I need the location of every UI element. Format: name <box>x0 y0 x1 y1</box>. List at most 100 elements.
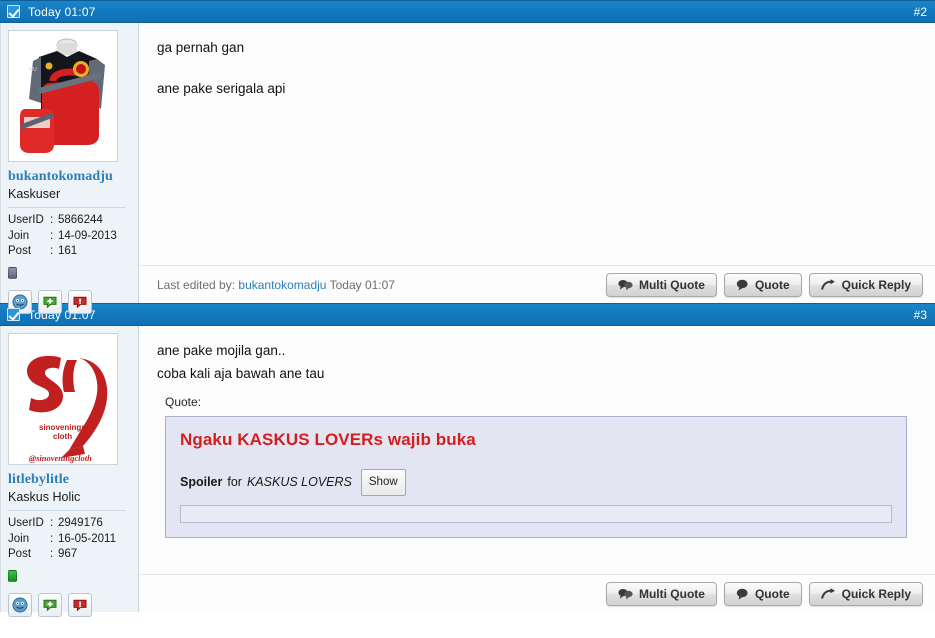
stat-label: UserID <box>8 214 44 227</box>
spoiler-row: Spoiler for KASKUS LOVERS Show <box>180 469 892 496</box>
spoiler-content-panel <box>180 505 892 523</box>
spoiler-for: for <box>227 475 242 489</box>
button-label: Quote <box>754 586 790 601</box>
stat-value: 14-09-2013 <box>58 229 117 242</box>
stat-value: 5866244 <box>58 214 103 227</box>
post-number[interactable]: #2 <box>914 5 927 19</box>
user-info-panel-2: MU bukantokomadju Kaskuser UserID : 5866… <box>1 23 139 314</box>
multi-quote-button[interactable]: Multi Quote <box>605 272 717 297</box>
last-edited-prefix: Last edited by: <box>157 277 236 292</box>
user-action-icons <box>8 592 132 617</box>
post-line: ane pake serigala api <box>157 81 286 96</box>
quote-block: Quote: Ngaku KASKUS LOVERs wajib buka Sp… <box>165 392 907 538</box>
stat-separator: : <box>50 245 54 258</box>
quote-label: Quote: <box>165 395 202 409</box>
stat-value: 16-05-2011 <box>58 532 116 545</box>
divider <box>8 207 126 209</box>
button-label: Multi Quote <box>638 277 705 292</box>
stat-label: Join <box>8 532 30 545</box>
spoiler-show-button[interactable]: Show <box>360 469 406 496</box>
post-body: ga pernah gan ane pake serigala api <box>139 23 935 265</box>
quote-button[interactable]: Quote <box>723 581 802 606</box>
stat-post: Post : 161 <box>8 244 132 260</box>
stat-post: Post : 967 <box>8 547 132 563</box>
svg-text:cloth: cloth <box>53 432 72 441</box>
quote-button[interactable]: Quote <box>723 272 802 297</box>
multi-quote-icon <box>618 279 633 290</box>
stat-value: 2949176 <box>58 517 103 530</box>
button-label: Quote <box>754 277 790 292</box>
stat-separator: : <box>50 229 54 242</box>
avatar[interactable]: sinovenings cloth @sinoveningcloth <box>8 333 118 465</box>
post-action-buttons: Multi Quote Quote Quick Reply <box>605 272 925 297</box>
user-status-indicator-online <box>8 569 17 582</box>
username[interactable]: bukantokomadju <box>8 169 132 185</box>
post-3: sinovenings cloth @sinoveningcloth litle… <box>0 326 935 617</box>
post-line: coba kali aja bawah ane tau <box>157 366 325 381</box>
stat-label: Post <box>8 245 32 258</box>
checkbox-checked-icon[interactable] <box>7 5 20 18</box>
stat-separator: : <box>50 517 54 530</box>
stat-separator: : <box>50 548 54 561</box>
user-title: Kaskuser <box>8 187 61 202</box>
quote-icon <box>736 588 748 600</box>
spoiler-name: KASKUS LOVERS <box>246 475 352 489</box>
post-message-2: ga pernah gan ane pake serigala api Last… <box>139 23 935 303</box>
quote-title: Ngaku KASKUS LOVERs wajib buka <box>180 430 476 449</box>
post-header-3: Today 01:07 #3 <box>0 303 935 326</box>
user-title: Kaskus Holic <box>8 490 81 505</box>
svg-text:MU: MU <box>29 67 37 73</box>
stat-join: Join : 16-05-2011 <box>8 532 132 548</box>
report-icon[interactable] <box>68 592 92 617</box>
stat-userid: UserID : 2949176 <box>8 516 132 532</box>
button-label: Quick Reply <box>841 277 911 292</box>
multi-quote-button[interactable]: Multi Quote <box>605 581 717 606</box>
quick-reply-button[interactable]: Quick Reply <box>808 581 923 606</box>
post-line: ane pake mojila gan.. <box>157 343 286 358</box>
stat-separator: : <box>50 214 54 227</box>
reputation-up-icon[interactable] <box>38 592 62 617</box>
last-edited-info: Last edited by: bukantokomadju Today 01:… <box>157 278 395 292</box>
report-icon[interactable] <box>68 289 92 314</box>
post-footer: Last edited by: bukantokomadju Today 01:… <box>139 265 935 303</box>
manchester-united-jacket-avatar: MU <box>9 31 117 161</box>
avatar[interactable]: MU <box>8 30 118 162</box>
quick-reply-icon <box>820 587 835 599</box>
quote-box: Ngaku KASKUS LOVERs wajib buka Spoiler f… <box>165 416 907 538</box>
svg-text:@sinoveningcloth: @sinoveningcloth <box>29 453 92 463</box>
post-body: ane pake mojila gan.. coba kali aja bawa… <box>139 326 935 574</box>
last-edited-username[interactable]: bukantokomadju <box>238 278 326 292</box>
last-edited-time: Today 01:07 <box>329 277 395 292</box>
stat-join: Join : 14-09-2013 <box>8 229 132 245</box>
user-info-panel-3: sinovenings cloth @sinoveningcloth litle… <box>1 326 139 617</box>
button-label: Quick Reply <box>841 586 911 601</box>
quick-reply-icon <box>820 278 835 290</box>
stat-label: Post <box>8 548 32 561</box>
post-number[interactable]: #3 <box>914 308 927 322</box>
stat-userid: UserID : 5866244 <box>8 213 132 229</box>
multi-quote-icon <box>618 588 633 599</box>
quote-icon <box>736 279 748 291</box>
forum-thread-page: Today 01:07 #2 MU bukantokomadju Kaskuse… <box>0 0 935 638</box>
post-2: MU bukantokomadju Kaskuser UserID : 5866… <box>0 23 935 314</box>
user-action-icons <box>8 289 132 314</box>
reputation-up-icon[interactable] <box>38 289 62 314</box>
checkbox-checked-icon[interactable] <box>7 308 20 321</box>
quick-reply-button[interactable]: Quick Reply <box>808 272 923 297</box>
svg-text:sinovenings: sinovenings <box>39 423 86 432</box>
user-status-indicator-offline <box>8 266 17 279</box>
stat-value: 967 <box>58 548 78 561</box>
stat-value: 161 <box>58 245 78 258</box>
username[interactable]: litlebylitle <box>8 472 132 488</box>
button-label: Multi Quote <box>638 586 705 601</box>
post-footer: Multi Quote Quote Quick Reply <box>139 574 935 612</box>
sin-sinovenings-cloth-logo-avatar: sinovenings cloth @sinoveningcloth <box>9 334 117 464</box>
post-action-buttons: Multi Quote Quote Quick Reply <box>605 581 925 606</box>
stat-label: Join <box>8 229 30 242</box>
stat-separator: : <box>50 532 54 545</box>
profile-icon[interactable] <box>8 592 32 617</box>
post-line: ga pernah gan <box>157 40 245 55</box>
post-message-3: ane pake mojila gan.. coba kali aja bawa… <box>139 326 935 612</box>
stat-label: UserID <box>8 517 44 530</box>
post-header-2: Today 01:07 #2 <box>0 0 935 23</box>
